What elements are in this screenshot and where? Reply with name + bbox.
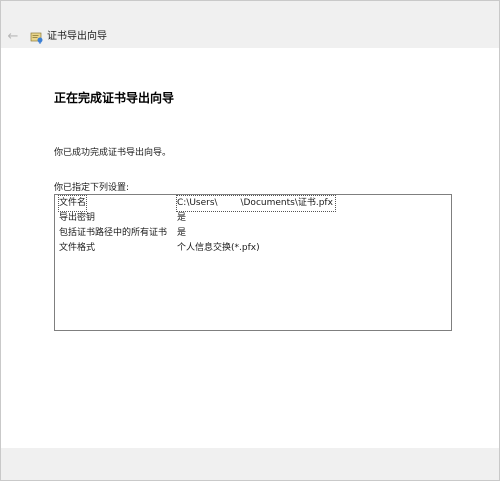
window-title: 证书导出向导 bbox=[47, 31, 107, 42]
settings-row-file-name[interactable]: 文件名 C:\Users\ \Documents\证书.pfx bbox=[55, 195, 451, 212]
certificate-export-wizard-window: ← 证书导出向导 正在完成证书导出向导 你已成功完成证书导出向导。 你已指定下列… bbox=[0, 0, 500, 481]
settings-value: 是 bbox=[177, 213, 187, 223]
settings-row-file-format[interactable]: 文件格式 个人信息交换(*.pfx) bbox=[55, 241, 451, 256]
settings-row-include-all-certs[interactable]: 包括证书路径中的所有证书 是 bbox=[55, 226, 451, 241]
wizard-footer bbox=[1, 448, 499, 480]
back-arrow-icon[interactable]: ← bbox=[4, 30, 22, 44]
settings-row-export-key[interactable]: 导出密钥 是 bbox=[55, 211, 451, 226]
settings-key: 包括证书路径中的所有证书 bbox=[59, 228, 168, 238]
settings-key: 导出密钥 bbox=[59, 213, 96, 223]
certificate-wizard-icon bbox=[30, 32, 43, 44]
title-bar: ← 证书导出向导 bbox=[1, 1, 499, 48]
wizard-content: 正在完成证书导出向导 你已成功完成证书导出向导。 你已指定下列设置: 文件名 C… bbox=[1, 48, 499, 448]
success-message: 你已成功完成证书导出向导。 bbox=[54, 148, 172, 158]
settings-value: 是 bbox=[177, 228, 187, 238]
settings-key: 文件名 bbox=[57, 195, 88, 212]
settings-key: 文件格式 bbox=[59, 243, 96, 253]
settings-value: 个人信息交换(*.pfx) bbox=[177, 243, 260, 253]
settings-list-label: 你已指定下列设置: bbox=[54, 183, 130, 193]
settings-list[interactable]: 文件名 C:\Users\ \Documents\证书.pfx 导出密钥 是 包… bbox=[54, 194, 452, 331]
settings-value: C:\Users\ \Documents\证书.pfx bbox=[176, 195, 336, 212]
page-heading: 正在完成证书导出向导 bbox=[54, 91, 175, 105]
